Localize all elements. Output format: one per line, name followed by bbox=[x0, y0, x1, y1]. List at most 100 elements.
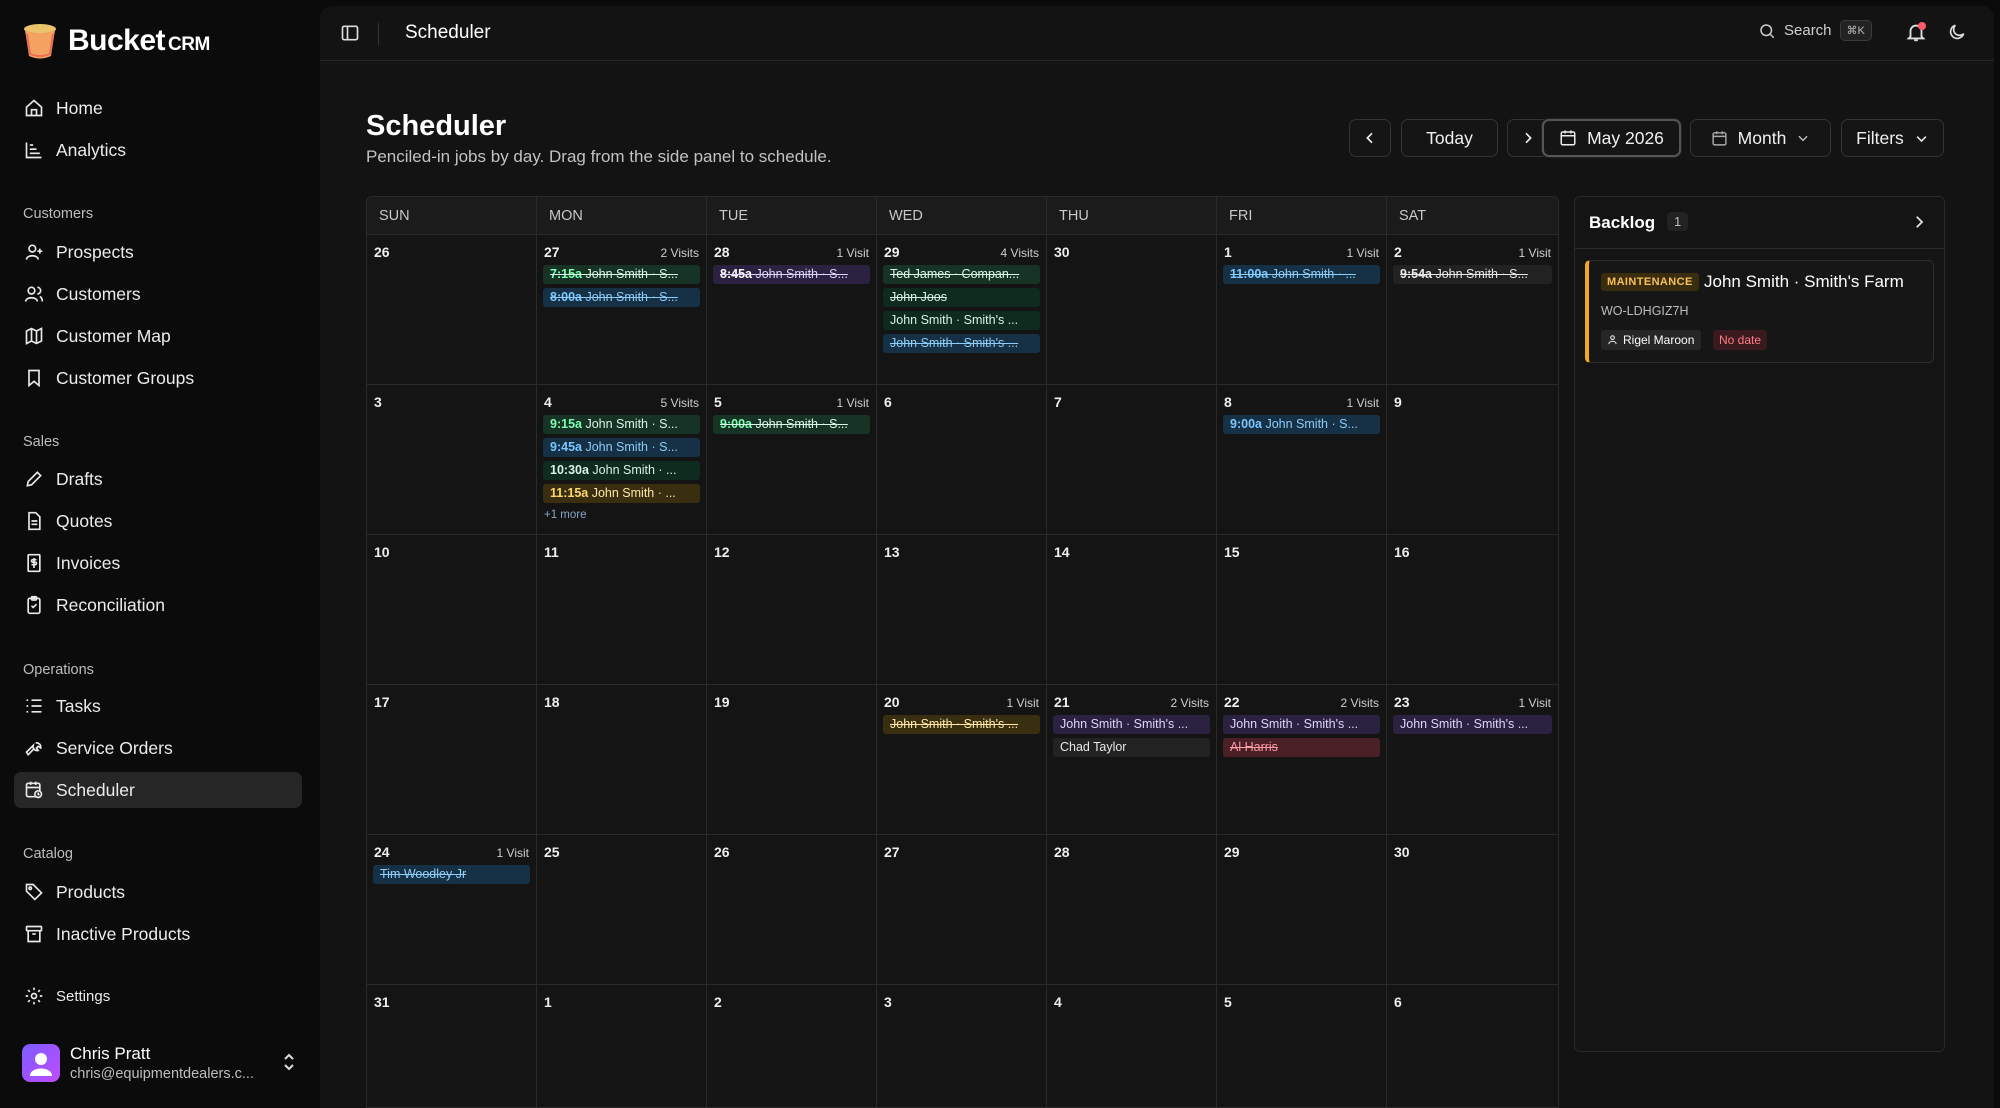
day-cell[interactable]: 30 bbox=[1047, 235, 1217, 385]
today-button[interactable]: Today bbox=[1401, 119, 1498, 157]
day-cell[interactable]: 26 bbox=[367, 235, 537, 385]
day-cell[interactable]: 27 2 Visits 7:15a John Smith · S... 8:00a J… bbox=[537, 235, 707, 385]
calendar-event[interactable]: John Joos bbox=[883, 288, 1040, 307]
view-select[interactable]: Month bbox=[1690, 119, 1831, 157]
day-cell[interactable]: 30 bbox=[1387, 835, 1558, 985]
day-cell[interactable]: 22 2 Visits John Smith · Smith's ... Al Har… bbox=[1217, 685, 1387, 835]
calendar-event[interactable]: John Smith · Smith's ... bbox=[1053, 715, 1210, 734]
month-picker-button[interactable]: May 2026 bbox=[1542, 119, 1681, 157]
sidebar-item-tasks[interactable]: Tasks bbox=[14, 688, 302, 724]
day-cell[interactable]: 6 bbox=[1387, 985, 1558, 1107]
calendar-event[interactable]: 9:00a John Smith · S... bbox=[1223, 415, 1380, 434]
page-subtitle: Penciled-in jobs by day. Drag from the s… bbox=[366, 147, 832, 166]
calendar-event[interactable]: Al Harris bbox=[1223, 738, 1380, 757]
calendar-event[interactable]: 11:15a John Smith · ... bbox=[543, 484, 700, 503]
user-menu[interactable]: Chris Pratt chris@equipmentdealers.c... bbox=[22, 1041, 298, 1085]
day-number: 16 bbox=[1394, 544, 1410, 560]
search-button[interactable]: Search ⌘K bbox=[1758, 20, 1872, 41]
calendar-event[interactable]: John Smith · Smith's ... bbox=[1393, 715, 1552, 734]
month-calendar: SUN MON TUE WED THU FRI SAT 26 27 2 Visits 7:15a … bbox=[366, 196, 1559, 1108]
day-cell[interactable]: 29 4 Visits Ted James · Compan... John Joos… bbox=[877, 235, 1047, 385]
day-cell[interactable]: 13 bbox=[877, 535, 1047, 685]
sidebar-item-prospects[interactable]: Prospects bbox=[14, 234, 302, 270]
day-cell[interactable]: 19 bbox=[707, 685, 877, 835]
analytics-icon bbox=[25, 142, 42, 159]
day-cell[interactable]: 10 bbox=[367, 535, 537, 685]
calendar-event[interactable]: 9:45a John Smith · S... bbox=[543, 438, 700, 457]
day-cell[interactable]: 18 bbox=[537, 685, 707, 835]
day-cell[interactable]: 26 bbox=[707, 835, 877, 985]
day-cell[interactable]: 1 bbox=[537, 985, 707, 1107]
calendar-event[interactable]: John Smith · Smith's ... bbox=[883, 311, 1040, 330]
day-cell[interactable]: 28 1 Visit 8:45a John Smith · S... bbox=[707, 235, 877, 385]
day-cell[interactable]: 14 bbox=[1047, 535, 1217, 685]
sidebar-item-settings[interactable]: Settings bbox=[14, 978, 302, 1014]
sidebar-toggle-icon[interactable] bbox=[340, 23, 360, 43]
calendar-event[interactable]: 9:54a John Smith · S... bbox=[1393, 265, 1552, 284]
sidebar-item-service-orders[interactable]: Service Orders bbox=[14, 730, 302, 766]
day-cell[interactable]: 16 bbox=[1387, 535, 1558, 685]
filters-button[interactable]: Filters bbox=[1841, 119, 1944, 157]
calendar-event[interactable]: 7:15a John Smith · S... bbox=[543, 265, 700, 284]
more-events-link[interactable]: +1 more bbox=[544, 509, 587, 521]
day-cell[interactable]: 45 Visits 9:15a John Smith · S... 9:45a Jo… bbox=[537, 385, 707, 535]
day-cell[interactable]: 15 bbox=[1217, 535, 1387, 685]
day-cell[interactable]: 9 bbox=[1387, 385, 1558, 535]
day-cell[interactable]: 29 bbox=[1217, 835, 1387, 985]
calendar-event[interactable]: 10:30a John Smith · ... bbox=[543, 461, 700, 480]
calendar-event[interactable]: Chad Taylor bbox=[1053, 738, 1210, 757]
calendar-event[interactable]: 11:00a John Smith · ... bbox=[1223, 265, 1380, 284]
calendar-event[interactable]: John Smith · Smith's ... bbox=[1223, 715, 1380, 734]
day-cell[interactable]: 27 bbox=[877, 835, 1047, 985]
day-number: 1 bbox=[544, 994, 552, 1010]
day-cell[interactable]: 21 2 Visits John Smith · Smith's ... Chad T… bbox=[1047, 685, 1217, 835]
calendar-event[interactable]: 9:00a John Smith · S... bbox=[713, 415, 870, 434]
job-type-tag: MAINTENANCE bbox=[1601, 273, 1699, 291]
calendar-event[interactable]: Ted James · Compan... bbox=[883, 265, 1040, 284]
moon-icon[interactable] bbox=[1947, 22, 1967, 42]
sidebar-item-quotes[interactable]: Quotes bbox=[14, 503, 302, 539]
day-cell[interactable]: 12 bbox=[707, 535, 877, 685]
chevron-right-icon[interactable] bbox=[1910, 213, 1928, 231]
day-cell[interactable]: 8 1 Visit 9:00a John Smith · S... bbox=[1217, 385, 1387, 535]
sidebar-item-drafts[interactable]: Drafts bbox=[14, 461, 302, 497]
day-cell[interactable]: 25 bbox=[537, 835, 707, 985]
backlog-card[interactable]: MAINTENANCE John Smith · Smith's Farm WO… bbox=[1585, 260, 1934, 363]
sidebar-item-reconciliation[interactable]: Reconciliation bbox=[14, 587, 302, 623]
brand-logo[interactable]: Bucket CRM bbox=[22, 22, 210, 60]
day-cell[interactable]: 5 bbox=[1217, 985, 1387, 1107]
day-cell[interactable]: 3 bbox=[367, 385, 537, 535]
sidebar-item-customer-groups[interactable]: Customer Groups bbox=[14, 360, 302, 396]
day-cell[interactable]: 31 bbox=[367, 985, 537, 1107]
calendar-event[interactable]: Tim Woodley Jr bbox=[373, 865, 530, 884]
calendar-event[interactable]: 8:00a John Smith · S... bbox=[543, 288, 700, 307]
calendar-event[interactable]: 8:45a John Smith · S... bbox=[713, 265, 870, 284]
sidebar-item-products[interactable]: Products bbox=[14, 874, 302, 910]
day-cell[interactable]: 4 bbox=[1047, 985, 1217, 1107]
sidebar-item-customers[interactable]: Customers bbox=[14, 276, 302, 312]
day-cell[interactable]: 7 bbox=[1047, 385, 1217, 535]
day-cell[interactable]: 20 1 Visit John Smith · Smith's ... bbox=[877, 685, 1047, 835]
sidebar-item-scheduler[interactable]: Scheduler bbox=[14, 772, 302, 808]
calendar-event[interactable]: 9:15a John Smith · S... bbox=[543, 415, 700, 434]
day-cell[interactable]: 23 1 Visit John Smith · Smith's ... bbox=[1387, 685, 1558, 835]
day-cell[interactable]: 24 1 Visit Tim Woodley Jr bbox=[367, 835, 537, 985]
day-cell[interactable]: 11 bbox=[537, 535, 707, 685]
day-cell[interactable]: 6 bbox=[877, 385, 1047, 535]
calendar-event[interactable]: John Smith · Smith's ... bbox=[883, 334, 1040, 353]
sidebar-item-invoices[interactable]: Invoices bbox=[14, 545, 302, 581]
day-cell[interactable]: 17 bbox=[367, 685, 537, 835]
day-cell[interactable]: 2 1 Visit 9:54a John Smith · S... bbox=[1387, 235, 1558, 385]
sidebar-item-customer-map[interactable]: Customer Map bbox=[14, 318, 302, 354]
sidebar-item-inactive-products[interactable]: Inactive Products bbox=[14, 916, 302, 952]
sidebar-item-home[interactable]: Home bbox=[14, 90, 302, 126]
calendar-event[interactable]: John Smith · Smith's ... bbox=[883, 715, 1040, 734]
day-cell[interactable]: 3 bbox=[877, 985, 1047, 1107]
event-title: John Smith · ... bbox=[592, 463, 677, 477]
prev-month-button[interactable] bbox=[1349, 119, 1391, 157]
day-cell[interactable]: 5 1 Visit 9:00a John Smith · S... bbox=[707, 385, 877, 535]
day-cell[interactable]: 1 1 Visit 11:00a John Smith · ... bbox=[1217, 235, 1387, 385]
day-cell[interactable]: 2 bbox=[707, 985, 877, 1107]
sidebar-item-analytics[interactable]: Analytics bbox=[14, 132, 302, 168]
day-cell[interactable]: 28 bbox=[1047, 835, 1217, 985]
